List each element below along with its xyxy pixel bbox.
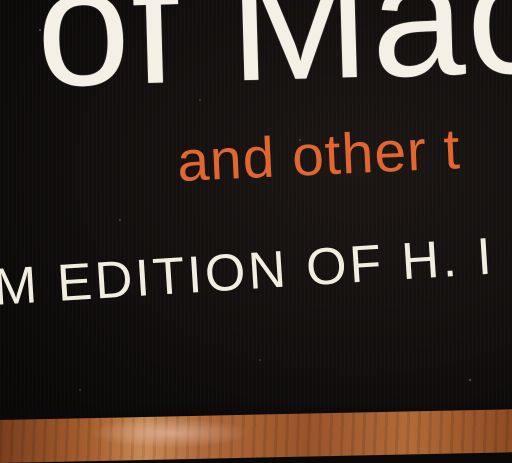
book-subtitle-text: and other t	[175, 117, 462, 194]
light-glare	[90, 418, 250, 448]
book-title-text: of Mac	[33, 0, 512, 122]
book-cover-photo: of Mac and other t M EDITION OF H. I	[0, 0, 512, 463]
